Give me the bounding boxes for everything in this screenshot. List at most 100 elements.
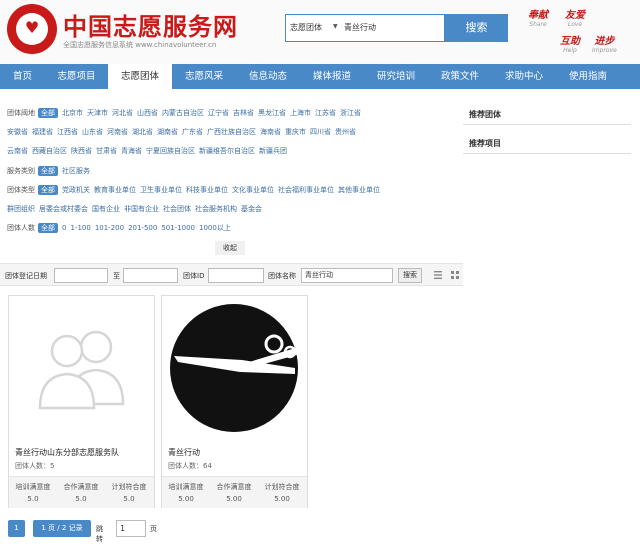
nav-item-projects[interactable]: 志愿项目 <box>45 64 108 89</box>
type-option[interactable]: 居委会或村委会 <box>39 205 88 213</box>
area-option[interactable]: 海南省 <box>260 128 281 136</box>
area-option[interactable]: 山东省 <box>82 128 103 136</box>
page-button-current[interactable]: 1 <box>8 520 25 537</box>
area-option[interactable]: 青海省 <box>121 147 142 155</box>
area-option[interactable]: 天津市 <box>87 109 108 117</box>
slogan-help: 互助 Help <box>560 32 580 54</box>
area-option[interactable]: 内蒙古自治区 <box>162 109 204 117</box>
type-option[interactable]: 党政机关 <box>62 186 90 194</box>
area-option[interactable]: 黑龙江省 <box>258 109 286 117</box>
page-jump-input[interactable]: 1 <box>116 520 146 537</box>
area-option[interactable]: 云南省 <box>7 147 28 155</box>
type-option[interactable]: 其他事业单位 <box>338 186 380 194</box>
search-button[interactable]: 搜索 <box>445 14 508 42</box>
size-option[interactable]: 501-1000 <box>161 224 195 232</box>
size-option[interactable]: 101-200 <box>95 224 124 232</box>
grid-view-icon[interactable] <box>451 271 459 279</box>
query-search-button[interactable]: 搜索 <box>398 268 422 283</box>
type-option[interactable]: 群团组织 <box>7 205 35 213</box>
area-option[interactable]: 宁夏回族自治区 <box>146 147 195 155</box>
nav-item-media[interactable]: 媒体报道 <box>300 64 364 89</box>
stat-label: 合作满意度 <box>216 483 252 491</box>
area-option[interactable]: 广西壮族自治区 <box>207 128 256 136</box>
site-logo[interactable]: ♥ <box>7 4 57 54</box>
area-option[interactable]: 新疆维吾尔自治区 <box>199 147 255 155</box>
area-option[interactable]: 河北省 <box>112 109 133 117</box>
area-filter-label: 团体阈地 <box>7 109 35 117</box>
size-option[interactable]: 1-100 <box>70 224 90 232</box>
filter-all-button[interactable]: 全部 <box>38 223 58 233</box>
type-option[interactable]: 社会福利事业单位 <box>278 186 334 194</box>
nav-item-help-center[interactable]: 求助中心 <box>492 64 556 89</box>
nav-item-style[interactable]: 志愿风采 <box>172 64 236 89</box>
collapse-filters-button[interactable]: 收起 <box>215 241 245 255</box>
area-option[interactable]: 西藏自治区 <box>32 147 67 155</box>
type-option[interactable]: 卫生事业单位 <box>140 186 182 194</box>
site-title[interactable]: 中国志愿服务网 <box>63 7 238 42</box>
area-option[interactable]: 河南省 <box>107 128 128 136</box>
category-filter-label: 服务类别 <box>7 167 35 175</box>
area-option[interactable]: 陕西省 <box>71 147 92 155</box>
team-name-label: 团体名称 <box>268 272 296 280</box>
team-card[interactable]: 青丝行动山东分部志愿服务队 团体人数：5 培训满意度 5.0 合作满意度 5.0 计… <box>8 295 155 508</box>
area-option[interactable]: 四川省 <box>310 128 331 136</box>
type-option[interactable]: 非国有企业 <box>124 205 159 213</box>
area-option[interactable]: 新疆兵团 <box>259 147 287 155</box>
area-option[interactable]: 吉林省 <box>233 109 254 117</box>
team-name[interactable]: 青丝行动山东分部志愿服务队 <box>15 447 119 458</box>
nav-item-guide[interactable]: 使用指南 <box>556 64 620 89</box>
area-option[interactable]: 重庆市 <box>285 128 306 136</box>
area-option[interactable]: 山西省 <box>137 109 158 117</box>
team-id-input[interactable] <box>208 268 264 283</box>
area-option[interactable]: 上海市 <box>290 109 311 117</box>
stat-plan: 计划符合度 5.0 <box>105 482 153 503</box>
team-card[interactable]: 青丝行动 团体人数：64 培训满意度 5.00 合作满意度 5.00 计划符合度 5.… <box>161 295 308 508</box>
slogan-love: 友爱 Love <box>565 6 585 28</box>
team-member-count: 团体人数：5 <box>15 462 55 470</box>
filter-all-button[interactable]: 全部 <box>38 108 58 118</box>
list-view-icon[interactable] <box>434 271 442 279</box>
type-option[interactable]: 教育事业单位 <box>94 186 136 194</box>
search-type-select[interactable]: 志愿团体 <box>290 22 322 33</box>
team-name-input[interactable]: 青丝行动 <box>301 268 393 283</box>
recommended-projects-title: 推荐项目 <box>469 139 501 148</box>
slogan-improve: 进步 Improve <box>592 32 617 54</box>
type-option[interactable]: 基金会 <box>241 205 262 213</box>
area-option[interactable]: 江西省 <box>57 128 78 136</box>
nav-item-home[interactable]: 首页 <box>0 64 45 89</box>
area-option[interactable]: 北京市 <box>62 109 83 117</box>
category-option[interactable]: 社区服务 <box>62 167 90 175</box>
area-option[interactable]: 安徽省 <box>7 128 28 136</box>
type-option[interactable]: 科技事业单位 <box>186 186 228 194</box>
size-option[interactable]: 1000以上 <box>199 224 231 232</box>
date-start-input[interactable] <box>54 268 108 283</box>
filter-all-button[interactable]: 全部 <box>38 166 58 176</box>
slogan-share: 奉献 Share <box>528 6 548 28</box>
area-option[interactable]: 福建省 <box>32 128 53 136</box>
type-option[interactable]: 国有企业 <box>92 205 120 213</box>
chevron-down-icon[interactable]: ▼ <box>333 23 338 30</box>
area-option[interactable]: 贵州省 <box>335 128 356 136</box>
nav-item-teams[interactable]: 志愿团体 <box>108 64 172 89</box>
area-option[interactable]: 江苏省 <box>315 109 336 117</box>
area-option[interactable]: 浙江省 <box>340 109 361 117</box>
filter-all-button[interactable]: 全部 <box>38 185 58 195</box>
slogan-en: Help <box>563 47 577 54</box>
type-option[interactable]: 社会团体 <box>163 205 191 213</box>
team-name[interactable]: 青丝行动 <box>168 447 200 458</box>
nav-item-news[interactable]: 信息动态 <box>236 64 300 89</box>
area-option[interactable]: 湖南省 <box>157 128 178 136</box>
area-option[interactable]: 广东省 <box>182 128 203 136</box>
size-option[interactable]: 201-500 <box>128 224 157 232</box>
type-option[interactable]: 社会服务机构 <box>195 205 237 213</box>
type-option[interactable]: 文化事业单位 <box>232 186 274 194</box>
search-input[interactable]: 青丝行动 <box>344 22 376 33</box>
date-end-input[interactable] <box>123 268 178 283</box>
area-option[interactable]: 辽宁省 <box>208 109 229 117</box>
area-option[interactable]: 湖北省 <box>132 128 153 136</box>
search-box[interactable]: 志愿团体 ▼ 青丝行动 <box>285 14 445 42</box>
nav-item-research[interactable]: 研究培训 <box>364 64 428 89</box>
area-option[interactable]: 甘肃省 <box>96 147 117 155</box>
size-option[interactable]: 0 <box>62 224 66 232</box>
nav-item-policy[interactable]: 政策文件 <box>428 64 492 89</box>
